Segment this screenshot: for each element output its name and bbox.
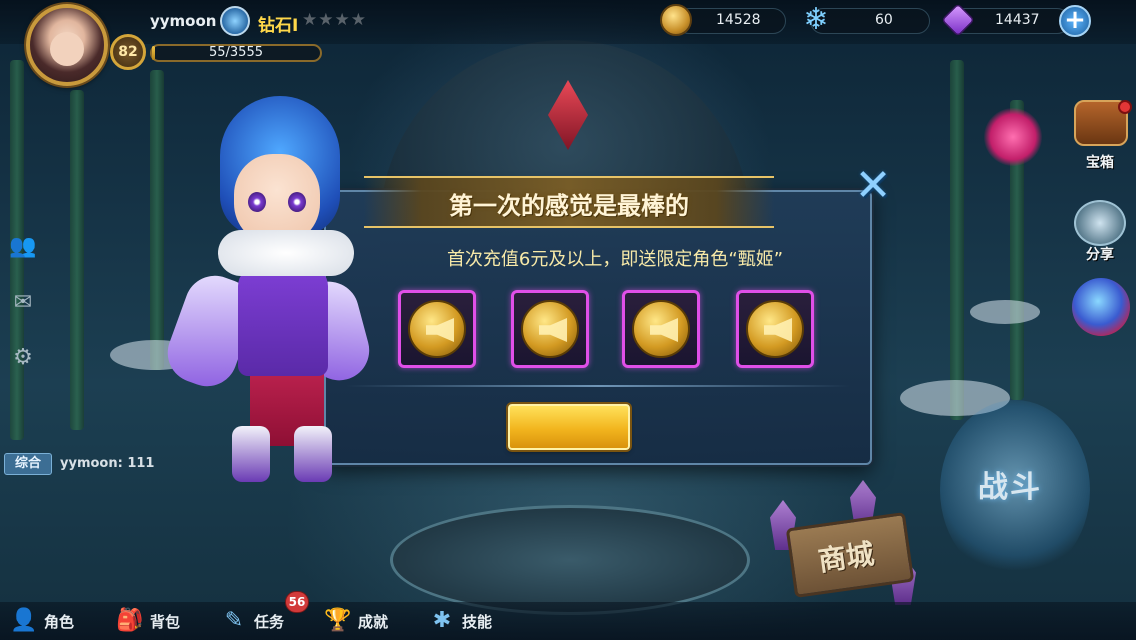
reward-slot[interactable] [622, 290, 700, 368]
horn-shape [650, 318, 678, 342]
bamboo-decoration [950, 60, 964, 420]
horn-icon [521, 300, 579, 358]
gift-box-icon[interactable] [984, 108, 1042, 166]
character-platform [390, 505, 750, 615]
shop-label: 商城 [816, 537, 877, 578]
horn-shape [764, 318, 792, 342]
add-gems-button[interactable]: + [1059, 5, 1091, 37]
horn-icon [632, 300, 690, 358]
nav-bag[interactable]: 🎒 背包 [116, 605, 180, 637]
lottery-orb-icon[interactable] [1072, 278, 1130, 336]
rank-label: 钻石I [258, 16, 299, 36]
stamina-value: 60 [875, 12, 893, 28]
skill-sparkle-icon: ✱ [432, 608, 452, 633]
character-eye [288, 192, 306, 212]
trophy-icon: 🏆 [324, 608, 352, 633]
chat-message: yymoon: 111 [60, 456, 155, 471]
exp-text: 55/3555 [208, 45, 263, 60]
character-eye [248, 192, 266, 212]
player-name: yymoon [150, 12, 217, 30]
character-boot [294, 426, 332, 482]
treasure-label: 宝箱 [1086, 155, 1114, 171]
snow-patch [970, 300, 1040, 324]
horn-icon [408, 300, 466, 358]
dialog-subtitle: 首次充值6元及以上，即送限定角色“甄姬” [446, 249, 784, 270]
character-zhenji [159, 96, 376, 486]
share-label: 分享 [1086, 247, 1114, 263]
bamboo-decoration [70, 90, 84, 430]
nav-skill[interactable]: ✱ 技能 [428, 605, 492, 637]
mail-icon[interactable]: ✉ [8, 288, 38, 318]
avatar[interactable] [26, 4, 108, 86]
person-icon: 👤 [10, 608, 38, 633]
settings-icon[interactable]: ⚙ [8, 343, 38, 373]
character-body [238, 266, 328, 376]
battle-label: 战斗 [978, 470, 1042, 505]
horn-icon [746, 300, 804, 358]
notification-dot [1118, 100, 1132, 114]
friends-icon[interactable]: 👥 [8, 232, 38, 262]
gold-value: 14528 [716, 12, 761, 28]
gem-value: 14437 [995, 12, 1040, 28]
horn-shape [539, 318, 567, 342]
close-icon[interactable]: ✕ [852, 164, 894, 208]
dialog-title: 第一次的感觉是最棒的 [449, 192, 689, 220]
reward-slot[interactable] [398, 290, 476, 368]
rank-icon [220, 6, 250, 36]
gold-coin-icon [660, 4, 692, 36]
task-count-badge: 56 [285, 591, 309, 613]
recharge-button[interactable] [508, 404, 630, 450]
nav-bag-label: 背包 [150, 612, 181, 631]
reward-slot[interactable] [511, 290, 589, 368]
horn-shape [426, 318, 454, 342]
level-badge: 82 [110, 34, 146, 70]
quill-icon: ✎ [224, 608, 244, 633]
rank-stars: ★★★★ [302, 10, 367, 30]
character-fur-collar [218, 230, 354, 276]
bamboo-decoration [150, 70, 164, 370]
nav-achievement-label: 成就 [358, 612, 389, 631]
chat-channel-tag[interactable]: 综合 [4, 453, 52, 475]
nav-role-label: 角色 [44, 612, 75, 631]
reward-slot[interactable] [736, 290, 814, 368]
nav-role[interactable]: 👤 角色 [10, 605, 74, 637]
nav-task-label: 任务 [254, 612, 285, 631]
share-icon[interactable] [1074, 200, 1126, 246]
backpack-icon: 🎒 [116, 608, 144, 633]
snowflake-icon: ❄ [803, 2, 829, 37]
avatar-face [50, 32, 84, 66]
dialog-divider [346, 385, 850, 387]
nav-achievement[interactable]: 🏆 成就 [324, 605, 388, 637]
nav-skill-label: 技能 [462, 612, 493, 631]
character-boot [232, 426, 270, 482]
nav-task[interactable]: ✎ 任务 [220, 605, 284, 637]
